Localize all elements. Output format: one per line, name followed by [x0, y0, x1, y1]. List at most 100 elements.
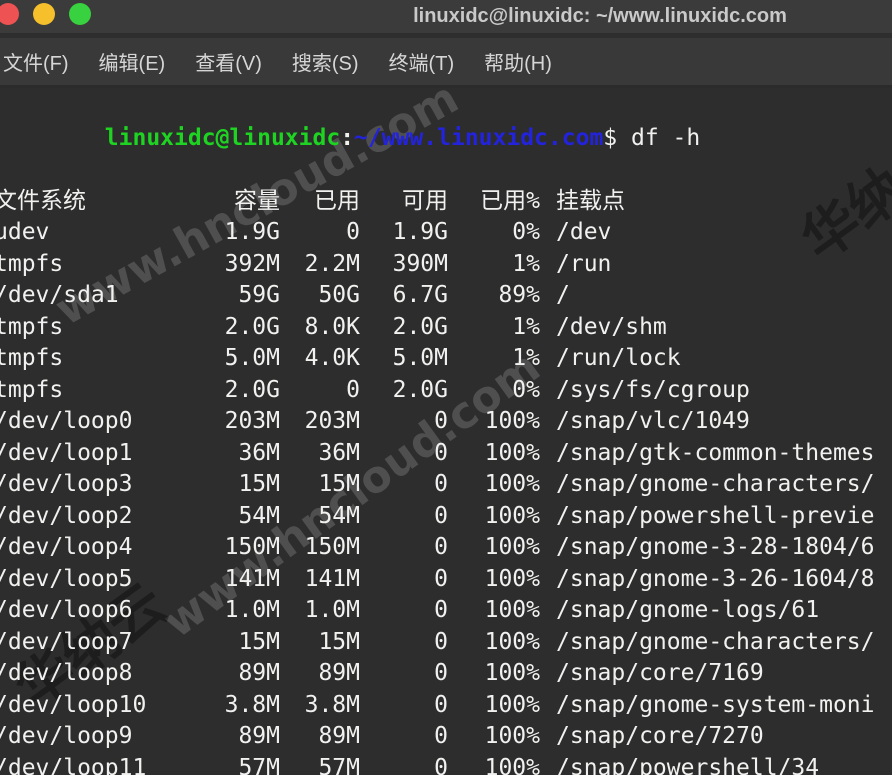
minimize-button-icon[interactable]: [33, 3, 55, 25]
cell-filesystem: /dev/loop0: [0, 406, 206, 438]
cell-avail: 0: [360, 595, 448, 627]
table-row: /dev/loop1157M57M0100%/snap/powershell/3…: [0, 753, 892, 775]
cell-avail: 0: [360, 658, 448, 690]
cell-mounted-on: /dev: [540, 217, 611, 249]
table-row: /dev/loop0203M203M0100%/snap/vlc/1049: [0, 406, 892, 438]
menu-item-view[interactable]: 查看(V): [195, 47, 262, 76]
cell-size: 15M: [206, 627, 280, 659]
cell-filesystem: /dev/loop11: [0, 753, 206, 775]
terminal-screen[interactable]: www.hncloud.comwww.hncloud.com华纳云华纳云 lin…: [0, 88, 892, 775]
table-row: /dev/loop61.0M1.0M0100%/snap/gnome-logs/…: [0, 595, 892, 627]
cell-filesystem: /dev/loop9: [0, 721, 206, 753]
cell-use-percent: 100%: [448, 753, 540, 775]
cell-use-percent: 100%: [448, 627, 540, 659]
cell-avail: 0: [360, 532, 448, 564]
table-row: /dev/loop4150M150M0100%/snap/gnome-3-28-…: [0, 532, 892, 564]
cell-used: 36M: [280, 438, 360, 470]
terminal-window: linuxidc@linuxidc: ~/www.linuxidc.com 文件…: [0, 0, 892, 775]
table-row: tmpfs392M2.2M390M1%/run: [0, 249, 892, 281]
cell-avail: 0: [360, 690, 448, 722]
cell-size: 54M: [206, 501, 280, 533]
menu-item-edit[interactable]: 编辑(E): [99, 47, 166, 76]
cell-use-percent: 100%: [448, 595, 540, 627]
cell-use-percent: 100%: [448, 564, 540, 596]
cell-avail: 0: [360, 406, 448, 438]
table-row: /dev/loop715M15M0100%/snap/gnome-charact…: [0, 627, 892, 659]
table-row: /dev/loop136M36M0100%/snap/gtk-common-th…: [0, 438, 892, 470]
menu-item-file[interactable]: 文件(F): [3, 47, 69, 76]
cell-size: 57M: [206, 753, 280, 775]
cell-mounted-on: /snap/powershell-previe: [540, 501, 875, 533]
cell-used: 2.2M: [280, 249, 360, 281]
cell-used: 8.0K: [280, 312, 360, 344]
cell-mounted-on: /run/lock: [540, 343, 681, 375]
window-title: linuxidc@linuxidc: ~/www.linuxidc.com: [413, 5, 787, 28]
cell-use-percent: 0%: [448, 375, 540, 407]
cell-filesystem: /dev/loop7: [0, 627, 206, 659]
cell-avail: 390M: [360, 249, 448, 281]
cell-use-percent: 100%: [448, 532, 540, 564]
cell-filesystem: /dev/loop8: [0, 658, 206, 690]
table-row: /dev/loop889M89M0100%/snap/core/7169: [0, 658, 892, 690]
header-avail: 可用: [360, 186, 448, 218]
cell-size: 3.8M: [206, 690, 280, 722]
cell-used: 141M: [280, 564, 360, 596]
title-bar[interactable]: linuxidc@linuxidc: ~/www.linuxidc.com: [0, 0, 892, 33]
cell-size: 89M: [206, 721, 280, 753]
table-header-row: 文件系统 容量 已用 可用 已用% 挂载点: [0, 186, 892, 218]
cell-avail: 6.7G: [360, 280, 448, 312]
header-filesystem: 文件系统: [0, 186, 206, 218]
close-button-icon[interactable]: [0, 3, 19, 25]
cell-use-percent: 1%: [448, 343, 540, 375]
cell-use-percent: 100%: [448, 721, 540, 753]
cell-filesystem: udev: [0, 217, 206, 249]
cell-use-percent: 89%: [448, 280, 540, 312]
cell-mounted-on: /snap/powershell/34: [540, 753, 819, 775]
table-row: /dev/loop103.8M3.8M0100%/snap/gnome-syst…: [0, 690, 892, 722]
cell-used: 4.0K: [280, 343, 360, 375]
window-controls: [0, 3, 91, 25]
cell-use-percent: 100%: [448, 406, 540, 438]
table-row: tmpfs2.0G02.0G0%/sys/fs/cgroup: [0, 375, 892, 407]
cell-avail: 0: [360, 438, 448, 470]
cell-filesystem: /dev/loop4: [0, 532, 206, 564]
cell-mounted-on: /snap/gnome-system-moni: [540, 690, 875, 722]
cell-mounted-on: /run: [540, 249, 611, 281]
header-use-percent: 已用%: [448, 186, 540, 218]
cell-used: 0: [280, 217, 360, 249]
menu-item-search[interactable]: 搜索(S): [292, 47, 359, 76]
cell-filesystem: /dev/sda1: [0, 280, 206, 312]
cell-used: 50G: [280, 280, 360, 312]
cell-mounted-on: /snap/gtk-common-themes: [540, 438, 875, 470]
df-output-rows: udev1.9G01.9G0%/devtmpfs392M2.2M390M1%/r…: [0, 217, 892, 775]
cell-use-percent: 100%: [448, 658, 540, 690]
cell-avail: 2.0G: [360, 375, 448, 407]
table-row: /dev/sda159G50G6.7G89%/: [0, 280, 892, 312]
cell-used: 89M: [280, 658, 360, 690]
menu-item-help[interactable]: 帮助(H): [484, 47, 552, 76]
maximize-button-icon[interactable]: [69, 3, 91, 25]
cell-filesystem: /dev/loop1: [0, 438, 206, 470]
prompt-separator: :: [340, 125, 354, 151]
cell-used: 15M: [280, 469, 360, 501]
cell-mounted-on: /snap/gnome-characters/: [540, 469, 875, 501]
cell-filesystem: tmpfs: [0, 312, 206, 344]
cell-use-percent: 0%: [448, 217, 540, 249]
cell-mounted-on: /snap/gnome-logs/61: [540, 595, 819, 627]
cell-size: 392M: [206, 249, 280, 281]
cell-size: 15M: [206, 469, 280, 501]
cell-used: 3.8M: [280, 690, 360, 722]
cell-used: 54M: [280, 501, 360, 533]
cell-size: 150M: [206, 532, 280, 564]
cell-filesystem: tmpfs: [0, 343, 206, 375]
cell-use-percent: 100%: [448, 469, 540, 501]
cell-size: 141M: [206, 564, 280, 596]
menu-item-terminal[interactable]: 终端(T): [389, 47, 455, 76]
cell-used: 0: [280, 375, 360, 407]
cell-mounted-on: /: [540, 280, 570, 312]
prompt-user-host: linuxidc@linuxidc: [105, 125, 340, 151]
cell-used: 1.0M: [280, 595, 360, 627]
cell-size: 89M: [206, 658, 280, 690]
cell-filesystem: /dev/loop3: [0, 469, 206, 501]
cell-filesystem: /dev/loop10: [0, 690, 206, 722]
